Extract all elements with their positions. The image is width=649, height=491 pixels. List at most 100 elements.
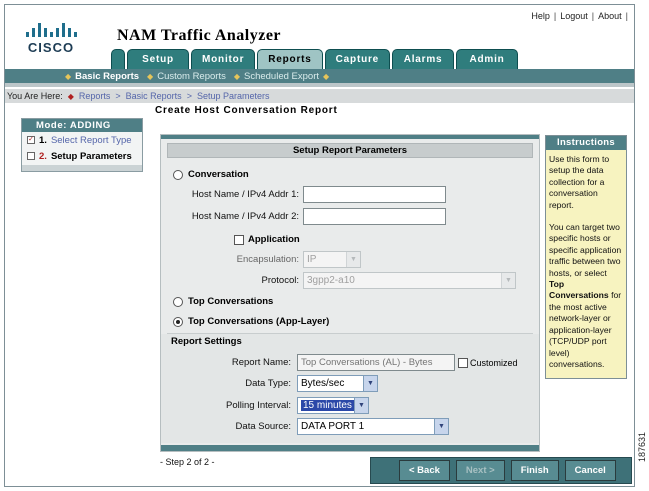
chevron-down-icon: ▼ bbox=[346, 252, 360, 267]
polling-interval-value: 15 minutes bbox=[301, 400, 354, 411]
subnav-label: Custom Reports bbox=[157, 70, 226, 82]
host2-row: Host Name / IPv4 Addr 2: bbox=[171, 208, 446, 225]
step-select-report-type[interactable]: ✓ 1. Select Report Type bbox=[22, 132, 142, 148]
protocol-row: Protocol: 3gpp2-a10 ▼ bbox=[171, 272, 516, 289]
step-indicator: - Step 2 of 2 - bbox=[160, 457, 215, 467]
application-label: Application bbox=[248, 234, 300, 245]
about-link[interactable]: About bbox=[598, 11, 622, 21]
report-name-label: Report Name: bbox=[231, 357, 291, 368]
protocol-select[interactable]: 3gpp2-a10 ▼ bbox=[303, 272, 516, 289]
conversation-option[interactable]: Conversation bbox=[173, 169, 249, 180]
app-window: CISCO NAM Traffic Analyzer Help | Logout |… bbox=[4, 4, 635, 487]
breadcrumb-prefix: You Are Here: bbox=[7, 91, 63, 101]
chevron-down-icon: ▼ bbox=[501, 273, 515, 288]
polling-interval-select[interactable]: 15 minutes ▼ bbox=[297, 397, 369, 414]
customized-checkbox[interactable] bbox=[458, 357, 468, 368]
mode-title: Mode: ADDING bbox=[22, 119, 142, 132]
cisco-logo: CISCO bbox=[25, 21, 77, 55]
data-type-label: Data Type: bbox=[245, 378, 291, 389]
top-conversations-label: Top Conversations bbox=[188, 296, 274, 307]
step-number: 2. bbox=[39, 150, 47, 162]
form-section-header: Setup Report Parameters bbox=[167, 143, 533, 158]
top-conversations-option[interactable]: Top Conversations bbox=[173, 296, 273, 307]
report-name-input[interactable] bbox=[297, 354, 455, 371]
host1-label: Host Name / IPv4 Addr 1: bbox=[191, 189, 299, 200]
tab-reports[interactable]: Reports bbox=[257, 49, 323, 69]
chevron-down-icon: ▼ bbox=[363, 376, 377, 391]
form-bottom-bar bbox=[161, 445, 539, 451]
subnav-basic-reports[interactable]: ◆ Basic Reports bbox=[65, 71, 139, 82]
top-conversations-app-radio[interactable] bbox=[173, 316, 183, 327]
encapsulation-select[interactable]: IP ▼ bbox=[303, 251, 361, 268]
instructions-panel: Instructions Use this form to setup the … bbox=[545, 135, 627, 379]
bullet-icon: ◆ bbox=[233, 71, 240, 81]
data-type-row: Data Type: Bytes/sec ▼ bbox=[171, 375, 378, 392]
host2-label: Host Name / IPv4 Addr 2: bbox=[191, 211, 299, 222]
application-checkbox[interactable] bbox=[234, 234, 244, 245]
mode-panel-footer bbox=[22, 165, 142, 171]
breadcrumb-arrow-icon: > bbox=[115, 91, 121, 101]
sub-navigation: ◆ Basic Reports ◆ Custom Reports ◆ Sched… bbox=[5, 69, 634, 83]
polling-interval-label: Polling Interval: bbox=[226, 400, 291, 411]
subnav-scheduled-export[interactable]: ◆ Scheduled Export ◆ bbox=[234, 71, 329, 82]
logout-link[interactable]: Logout bbox=[560, 11, 588, 21]
tab-alarms[interactable]: Alarms bbox=[392, 49, 455, 69]
logo-text: CISCO bbox=[27, 40, 75, 55]
top-conversations-radio[interactable] bbox=[173, 296, 183, 307]
encapsulation-row: Encapsulation: IP ▼ bbox=[171, 251, 361, 268]
breadcrumb-arrow-icon: > bbox=[186, 91, 192, 101]
step-label: Setup Parameters bbox=[50, 150, 132, 162]
subnav-shadow bbox=[5, 83, 634, 87]
breadcrumb-setup-parameters[interactable]: Setup Parameters bbox=[197, 91, 270, 101]
tab-admin[interactable]: Admin bbox=[456, 49, 519, 69]
app-title: NAM Traffic Analyzer bbox=[117, 27, 282, 44]
chevron-down-icon: ▼ bbox=[354, 398, 368, 413]
tab-capture[interactable]: Capture bbox=[324, 49, 391, 69]
main-tabs: Setup Monitor Reports Capture Alarms Adm… bbox=[111, 49, 519, 69]
bullet-icon: ◆ bbox=[323, 71, 330, 81]
form-top-bar bbox=[161, 135, 539, 139]
host1-row: Host Name / IPv4 Addr 1: bbox=[171, 186, 446, 203]
host1-input[interactable] bbox=[303, 186, 446, 203]
help-link[interactable]: Help bbox=[531, 11, 550, 21]
instructions-bold: Top Conversations bbox=[549, 279, 609, 301]
polling-interval-row: Polling Interval: 15 minutes ▼ bbox=[171, 397, 369, 414]
cisco-logo-bars-icon bbox=[25, 21, 77, 37]
report-settings-title: Report Settings bbox=[171, 336, 242, 347]
back-button[interactable]: < Back bbox=[399, 460, 450, 481]
subnav-label: Scheduled Export bbox=[244, 70, 319, 82]
button-bar: < Back Next > Finish Cancel bbox=[370, 457, 632, 484]
cancel-button[interactable]: Cancel bbox=[564, 460, 616, 481]
host2-input[interactable] bbox=[303, 208, 446, 225]
step-number: 1. bbox=[39, 134, 47, 146]
application-option[interactable]: Application bbox=[234, 234, 300, 245]
breadcrumb-basic-reports[interactable]: Basic Reports bbox=[126, 91, 182, 101]
utility-links: Help | Logout | About | bbox=[531, 11, 628, 21]
tab-monitor[interactable]: Monitor bbox=[191, 49, 256, 69]
bullet-icon: ◆ bbox=[147, 71, 154, 81]
protocol-value: 3gpp2-a10 bbox=[307, 275, 355, 286]
report-name-row: Report Name: Customized bbox=[171, 354, 518, 371]
breadcrumb-reports[interactable]: Reports bbox=[79, 91, 111, 101]
empty-checkbox-icon bbox=[27, 152, 35, 160]
finish-button[interactable]: Finish bbox=[510, 460, 559, 481]
encapsulation-label: Encapsulation: bbox=[236, 254, 299, 265]
step-setup-parameters: 2. Setup Parameters bbox=[22, 148, 142, 164]
page-title: Create Host Conversation Report bbox=[155, 105, 338, 116]
step-label: Select Report Type bbox=[50, 134, 132, 146]
instructions-title: Instructions bbox=[546, 136, 626, 150]
data-source-label: Data Source: bbox=[235, 421, 291, 432]
top-conversations-app-option[interactable]: Top Conversations (App-Layer) bbox=[173, 316, 329, 327]
tab-setup[interactable]: Setup bbox=[127, 49, 189, 69]
data-source-select[interactable]: DATA PORT 1 ▼ bbox=[297, 418, 449, 435]
conversation-radio[interactable] bbox=[173, 169, 183, 180]
mode-panel: Mode: ADDING ✓ 1. Select Report Type 2. … bbox=[21, 118, 143, 172]
encapsulation-value: IP bbox=[307, 254, 317, 265]
subnav-custom-reports[interactable]: ◆ Custom Reports bbox=[147, 71, 226, 82]
next-button[interactable]: Next > bbox=[455, 460, 505, 481]
instructions-para-1: Use this form to setup the data collecti… bbox=[549, 154, 610, 210]
data-type-select[interactable]: Bytes/sec ▼ bbox=[297, 375, 378, 392]
divider bbox=[167, 333, 533, 334]
bullet-icon: ◆ bbox=[65, 71, 72, 81]
instructions-text: You can target two specific hosts or spe… bbox=[549, 222, 622, 278]
